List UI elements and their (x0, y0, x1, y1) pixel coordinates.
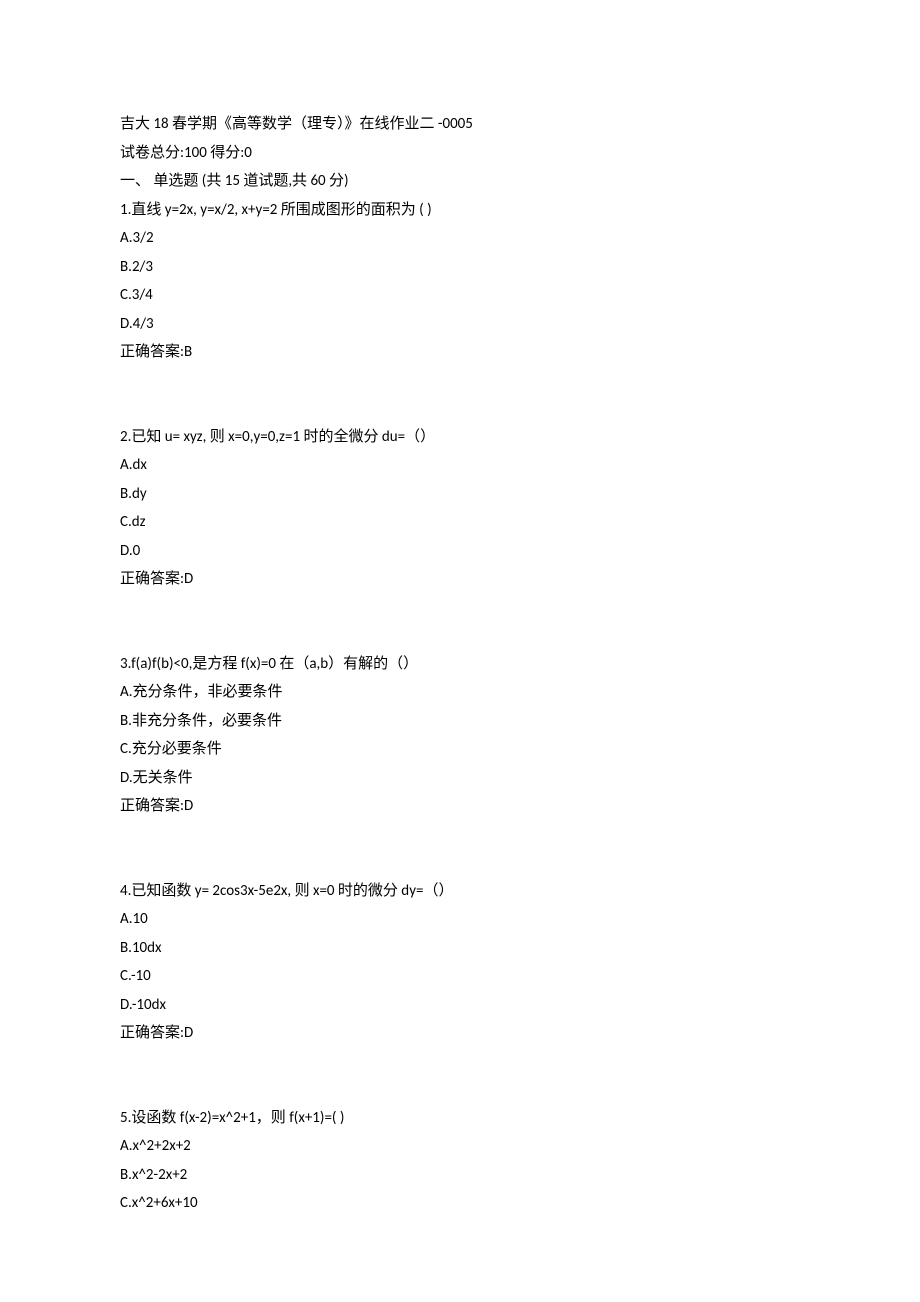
question-5: 5.设函数 f(x-2)=x^2+1，则 f(x+1)=( ) A.x^2+2x… (120, 1104, 800, 1218)
question-answer: 正确答案:D (120, 792, 800, 821)
course-title: 吉大 18 春学期《高等数学（理专）》在线作业二 -0005 (120, 110, 800, 139)
question-option: B.非充分条件，必要条件 (120, 707, 800, 736)
score-line: 试卷总分:100 得分:0 (120, 139, 800, 168)
spacer (120, 367, 800, 423)
question-option: C.3/4 (120, 281, 800, 310)
header-block: 吉大 18 春学期《高等数学（理专）》在线作业二 -0005 试卷总分:100 … (120, 110, 800, 196)
question-option: A.dx (120, 451, 800, 480)
question-stem: 4.已知函数 y= 2cos3x-5e2x, 则 x=0 时的微分 dy=（） (120, 877, 800, 906)
question-option: C.x^2+6x+10 (120, 1189, 800, 1218)
question-option: A.10 (120, 905, 800, 934)
question-answer: 正确答案:D (120, 565, 800, 594)
question-option: C.dz (120, 508, 800, 537)
question-stem: 3.f(a)f(b)<0,是方程 f(x)=0 在（a,b）有解的（） (120, 650, 800, 679)
question-option: B.x^2-2x+2 (120, 1161, 800, 1190)
question-stem: 2.已知 u= xyz, 则 x=0,y=0,z=1 时的全微分 du=（） (120, 423, 800, 452)
question-option: A.3/2 (120, 224, 800, 253)
question-option: B.2/3 (120, 253, 800, 282)
question-option: D.0 (120, 537, 800, 566)
question-option: D.-10dx (120, 991, 800, 1020)
question-option: C.充分必要条件 (120, 735, 800, 764)
question-option: D.4/3 (120, 310, 800, 339)
question-option: D.无关条件 (120, 764, 800, 793)
question-option: C.-10 (120, 962, 800, 991)
question-answer: 正确答案:B (120, 338, 800, 367)
question-option: A.充分条件，非必要条件 (120, 678, 800, 707)
question-stem: 1.直线 y=2x, y=x/2, x+y=2 所围成图形的面积为 ( ) (120, 196, 800, 225)
section-heading: 一、 单选题 (共 15 道试题,共 60 分) (120, 167, 800, 196)
question-option: A.x^2+2x+2 (120, 1132, 800, 1161)
spacer (120, 594, 800, 650)
question-option: B.10dx (120, 934, 800, 963)
question-4: 4.已知函数 y= 2cos3x-5e2x, 则 x=0 时的微分 dy=（） … (120, 877, 800, 1048)
document-page: 吉大 18 春学期《高等数学（理专）》在线作业二 -0005 试卷总分:100 … (0, 0, 920, 1278)
spacer (120, 1048, 800, 1104)
question-stem: 5.设函数 f(x-2)=x^2+1，则 f(x+1)=( ) (120, 1104, 800, 1133)
question-3: 3.f(a)f(b)<0,是方程 f(x)=0 在（a,b）有解的（） A.充分… (120, 650, 800, 821)
question-option: B.dy (120, 480, 800, 509)
question-1: 1.直线 y=2x, y=x/2, x+y=2 所围成图形的面积为 ( ) A.… (120, 196, 800, 367)
spacer (120, 821, 800, 877)
question-2: 2.已知 u= xyz, 则 x=0,y=0,z=1 时的全微分 du=（） A… (120, 423, 800, 594)
question-answer: 正确答案:D (120, 1019, 800, 1048)
